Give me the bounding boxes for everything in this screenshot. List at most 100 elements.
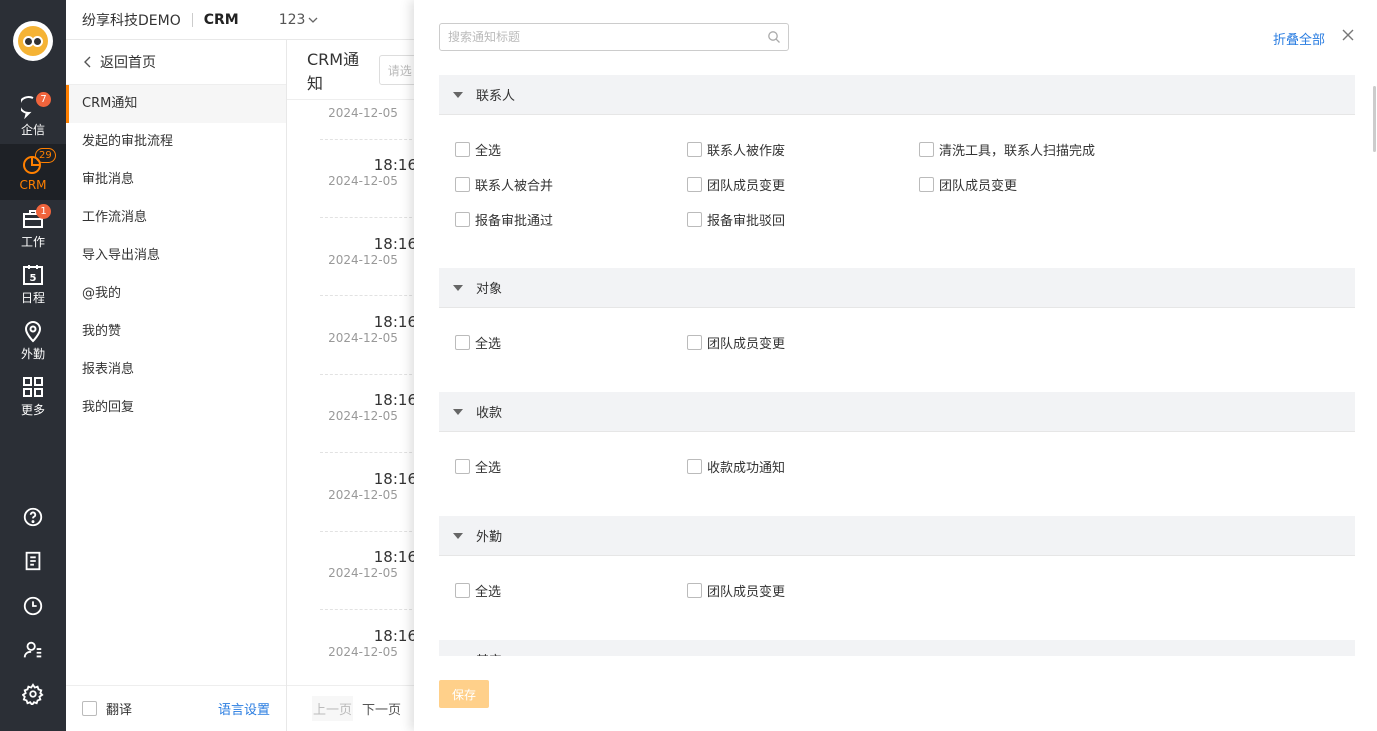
option-label: 全选 [475, 585, 502, 600]
translate-checkbox[interactable] [82, 701, 97, 716]
contacts-button[interactable] [0, 630, 66, 670]
search-icon[interactable] [767, 30, 781, 44]
list-item[interactable]: 18:16 2024-12-05 [309, 627, 417, 659]
option-checkbox[interactable] [687, 459, 702, 474]
collapse-all-link[interactable]: 折叠全部 [1273, 29, 1325, 48]
prev-page-button[interactable]: 上一页 [312, 696, 354, 721]
option-checkbox[interactable] [919, 177, 934, 192]
option-filing-rejected[interactable]: 报备审批驳回 [687, 210, 785, 229]
section-title: 外勤 [476, 530, 503, 545]
next-page-button[interactable]: 下一页 [362, 699, 401, 718]
section-body-contacts: 全选 联系人被作废 清洗工具，联系人扫描完成 联系人被合并 团队成员变更 团队成… [439, 115, 1355, 268]
section-title: 对象 [476, 282, 503, 297]
option-checkbox[interactable] [687, 335, 702, 350]
back-home-link[interactable]: 返回首页 [66, 40, 286, 85]
list-item[interactable]: 2024-12-05 [309, 106, 417, 120]
entry-time: 18:16 [373, 156, 417, 174]
option-team-change[interactable]: 团队成员变更 [687, 175, 785, 194]
rail-item-label: 更多 [20, 402, 45, 417]
rail-item-messages[interactable]: 企信 7 [0, 88, 66, 144]
rail-item-field[interactable]: 外勤 [0, 312, 66, 368]
list-item[interactable]: 18:16 2024-12-05 [309, 235, 417, 267]
section-header-objects[interactable]: 对象 [439, 268, 1355, 308]
option-checkbox[interactable] [455, 212, 470, 227]
option-checkbox[interactable] [687, 212, 702, 227]
option-checkbox[interactable] [455, 142, 470, 157]
option-checkbox[interactable] [455, 177, 470, 192]
option-label: 清洗工具，联系人扫描完成 [939, 144, 1096, 159]
list-pager: 上一页 下一页 [287, 685, 417, 731]
menu-item-crm-notice[interactable]: CRM通知 [66, 85, 286, 123]
menu-item-initiated-approvals[interactable]: 发起的审批流程 [66, 123, 286, 161]
option-checkbox[interactable] [687, 177, 702, 192]
notes-button[interactable] [0, 541, 66, 581]
option-filing-approved[interactable]: 报备审批通过 [455, 210, 553, 229]
rail-item-crm[interactable]: CRM 29 [0, 144, 66, 200]
option-team-change[interactable]: 团队成员变更 [919, 175, 1017, 194]
entry-date: 2024-12-05 [328, 106, 398, 120]
option-select-all[interactable]: 全选 [455, 457, 501, 476]
option-checkbox[interactable] [455, 583, 470, 598]
option-cleaning-scan-done[interactable]: 清洗工具，联系人扫描完成 [919, 140, 1095, 159]
help-button[interactable] [0, 497, 66, 537]
option-checkbox[interactable] [687, 142, 702, 157]
list-item[interactable]: 18:16 2024-12-05 [309, 391, 417, 423]
list-item[interactable]: 18:16 2024-12-05 [309, 470, 417, 502]
option-checkbox[interactable] [455, 335, 470, 350]
rail-item-label: 外勤 [20, 346, 45, 361]
language-settings-link[interactable]: 语言设置 [218, 699, 270, 718]
list-item[interactable]: 18:16 2024-12-05 [309, 313, 417, 345]
section-header-field-work[interactable]: 外勤 [439, 516, 1355, 556]
chevron-left-icon [84, 56, 91, 68]
user-switcher[interactable]: 123 [279, 12, 320, 28]
save-button[interactable]: 保存 [439, 680, 489, 708]
section-header-contacts[interactable]: 联系人 [439, 75, 1355, 115]
option-label: 报备审批驳回 [707, 214, 786, 229]
option-select-all[interactable]: 全选 [455, 140, 501, 159]
option-payment-success[interactable]: 收款成功通知 [687, 457, 785, 476]
entry-divider [320, 609, 417, 610]
rail-item-label: 日程 [20, 290, 45, 305]
menu-item-mentions[interactable]: @我的 [66, 275, 286, 313]
menu-item-workflow-messages[interactable]: 工作流消息 [66, 199, 286, 237]
entry-divider [320, 531, 417, 532]
settings-icon [22, 683, 44, 705]
caret-down-icon [453, 408, 463, 415]
list-item[interactable]: 18:16 2024-12-05 [309, 548, 417, 580]
rail-item-label: CRM [19, 178, 47, 192]
section-header-payments[interactable]: 收款 [439, 392, 1355, 432]
entry-divider [320, 295, 417, 296]
option-select-all[interactable]: 全选 [455, 333, 501, 352]
rail-item-work[interactable]: 工作 1 [0, 200, 66, 256]
close-icon[interactable] [1341, 28, 1355, 42]
option-checkbox[interactable] [687, 583, 702, 598]
menu-item-my-replies[interactable]: 我的回复 [66, 389, 286, 427]
section-header-other[interactable]: 其它 [439, 640, 1355, 656]
app-logo [13, 21, 53, 61]
notice-title-search-input[interactable] [439, 23, 789, 51]
caret-down-icon [453, 532, 463, 539]
menu-item-likes[interactable]: 我的赞 [66, 313, 286, 351]
option-team-change[interactable]: 团队成员变更 [687, 581, 785, 600]
app-name: CRM [203, 11, 239, 28]
unread-badge: 7 [36, 92, 51, 107]
option-checkbox[interactable] [919, 142, 934, 157]
settings-button[interactable] [0, 674, 66, 714]
menu-item-report-messages[interactable]: 报表消息 [66, 351, 286, 389]
list-item[interactable]: 18:16 2024-12-05 [309, 156, 417, 188]
rail-item-schedule[interactable]: 5 日程 [0, 256, 66, 312]
option-contact-merged[interactable]: 联系人被合并 [455, 175, 553, 194]
drawer-scrollbar[interactable] [1373, 86, 1376, 152]
option-select-all[interactable]: 全选 [455, 581, 501, 600]
history-button[interactable] [0, 586, 66, 626]
option-team-change[interactable]: 团队成员变更 [687, 333, 785, 352]
entry-time: 18:16 [373, 235, 417, 253]
list-search-input[interactable]: 请选 [378, 54, 417, 85]
rail-item-label: 企信 [20, 122, 45, 137]
notification-menu: 返回首页 CRM通知 发起的审批流程 审批消息 工作流消息 导入导出消息 @我的… [66, 40, 287, 731]
menu-item-approval-messages[interactable]: 审批消息 [66, 161, 286, 199]
option-contact-voided[interactable]: 联系人被作废 [687, 140, 785, 159]
menu-item-import-export[interactable]: 导入导出消息 [66, 237, 286, 275]
rail-item-more[interactable]: 更多 [0, 368, 66, 424]
option-checkbox[interactable] [455, 459, 470, 474]
